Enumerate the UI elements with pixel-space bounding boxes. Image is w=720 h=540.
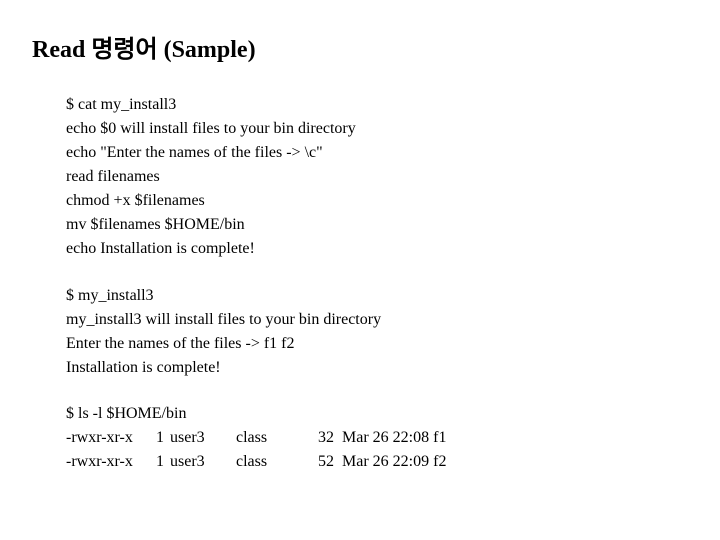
file-group: class bbox=[236, 453, 268, 470]
ls-listing: $ ls -l $HOME/bin -rwxr-xr-x 1 user3 cla… bbox=[66, 402, 446, 474]
file-size: 52 bbox=[318, 453, 334, 470]
ls-row: -rwxr-xr-x 1 user3 class 32 Mar 26 22:08… bbox=[66, 426, 446, 450]
file-group: class bbox=[236, 429, 268, 446]
output-line: Enter the names of the files -> f1 f2 bbox=[66, 335, 295, 352]
file-date-text: Mar 26 22:09 bbox=[342, 453, 430, 470]
file-owner: user3 bbox=[170, 453, 205, 470]
file-date: Mar 26 22:09 f2 bbox=[342, 450, 446, 474]
file-name: f1 bbox=[433, 429, 447, 446]
script-line: echo $0 will install files to your bin d… bbox=[66, 120, 356, 137]
script-line: echo Installation is complete! bbox=[66, 240, 255, 257]
command-line: $ cat my_install3 bbox=[66, 96, 177, 113]
cat-script-listing: $ cat my_install3 echo $0 will install f… bbox=[66, 93, 356, 261]
file-owner: user3 bbox=[170, 429, 205, 446]
output-line: Installation is complete! bbox=[66, 359, 221, 376]
file-date: Mar 26 22:08 f1 bbox=[342, 426, 446, 450]
script-line: read filenames bbox=[66, 168, 160, 185]
file-links: 1 bbox=[156, 429, 164, 446]
ls-row: -rwxr-xr-x 1 user3 class 52 Mar 26 22:09… bbox=[66, 450, 446, 474]
file-name: f2 bbox=[433, 453, 447, 470]
output-line: my_install3 will install files to your b… bbox=[66, 311, 382, 328]
script-line: chmod +x $filenames bbox=[66, 192, 205, 209]
slide-title: Read 명령어 (Sample) bbox=[32, 37, 256, 63]
script-run-output: $ my_install3 my_install3 will install f… bbox=[66, 284, 381, 380]
command-line: $ ls -l $HOME/bin bbox=[66, 405, 187, 422]
script-line: echo "Enter the names of the files -> \c… bbox=[66, 144, 323, 161]
command-line: $ my_install3 bbox=[66, 287, 154, 304]
file-permissions: -rwxr-xr-x bbox=[66, 429, 133, 446]
file-size: 32 bbox=[318, 429, 334, 446]
file-permissions: -rwxr-xr-x bbox=[66, 453, 133, 470]
file-date-text: Mar 26 22:08 bbox=[342, 429, 430, 446]
script-line: mv $filenames $HOME/bin bbox=[66, 216, 245, 233]
file-links: 1 bbox=[156, 453, 164, 470]
